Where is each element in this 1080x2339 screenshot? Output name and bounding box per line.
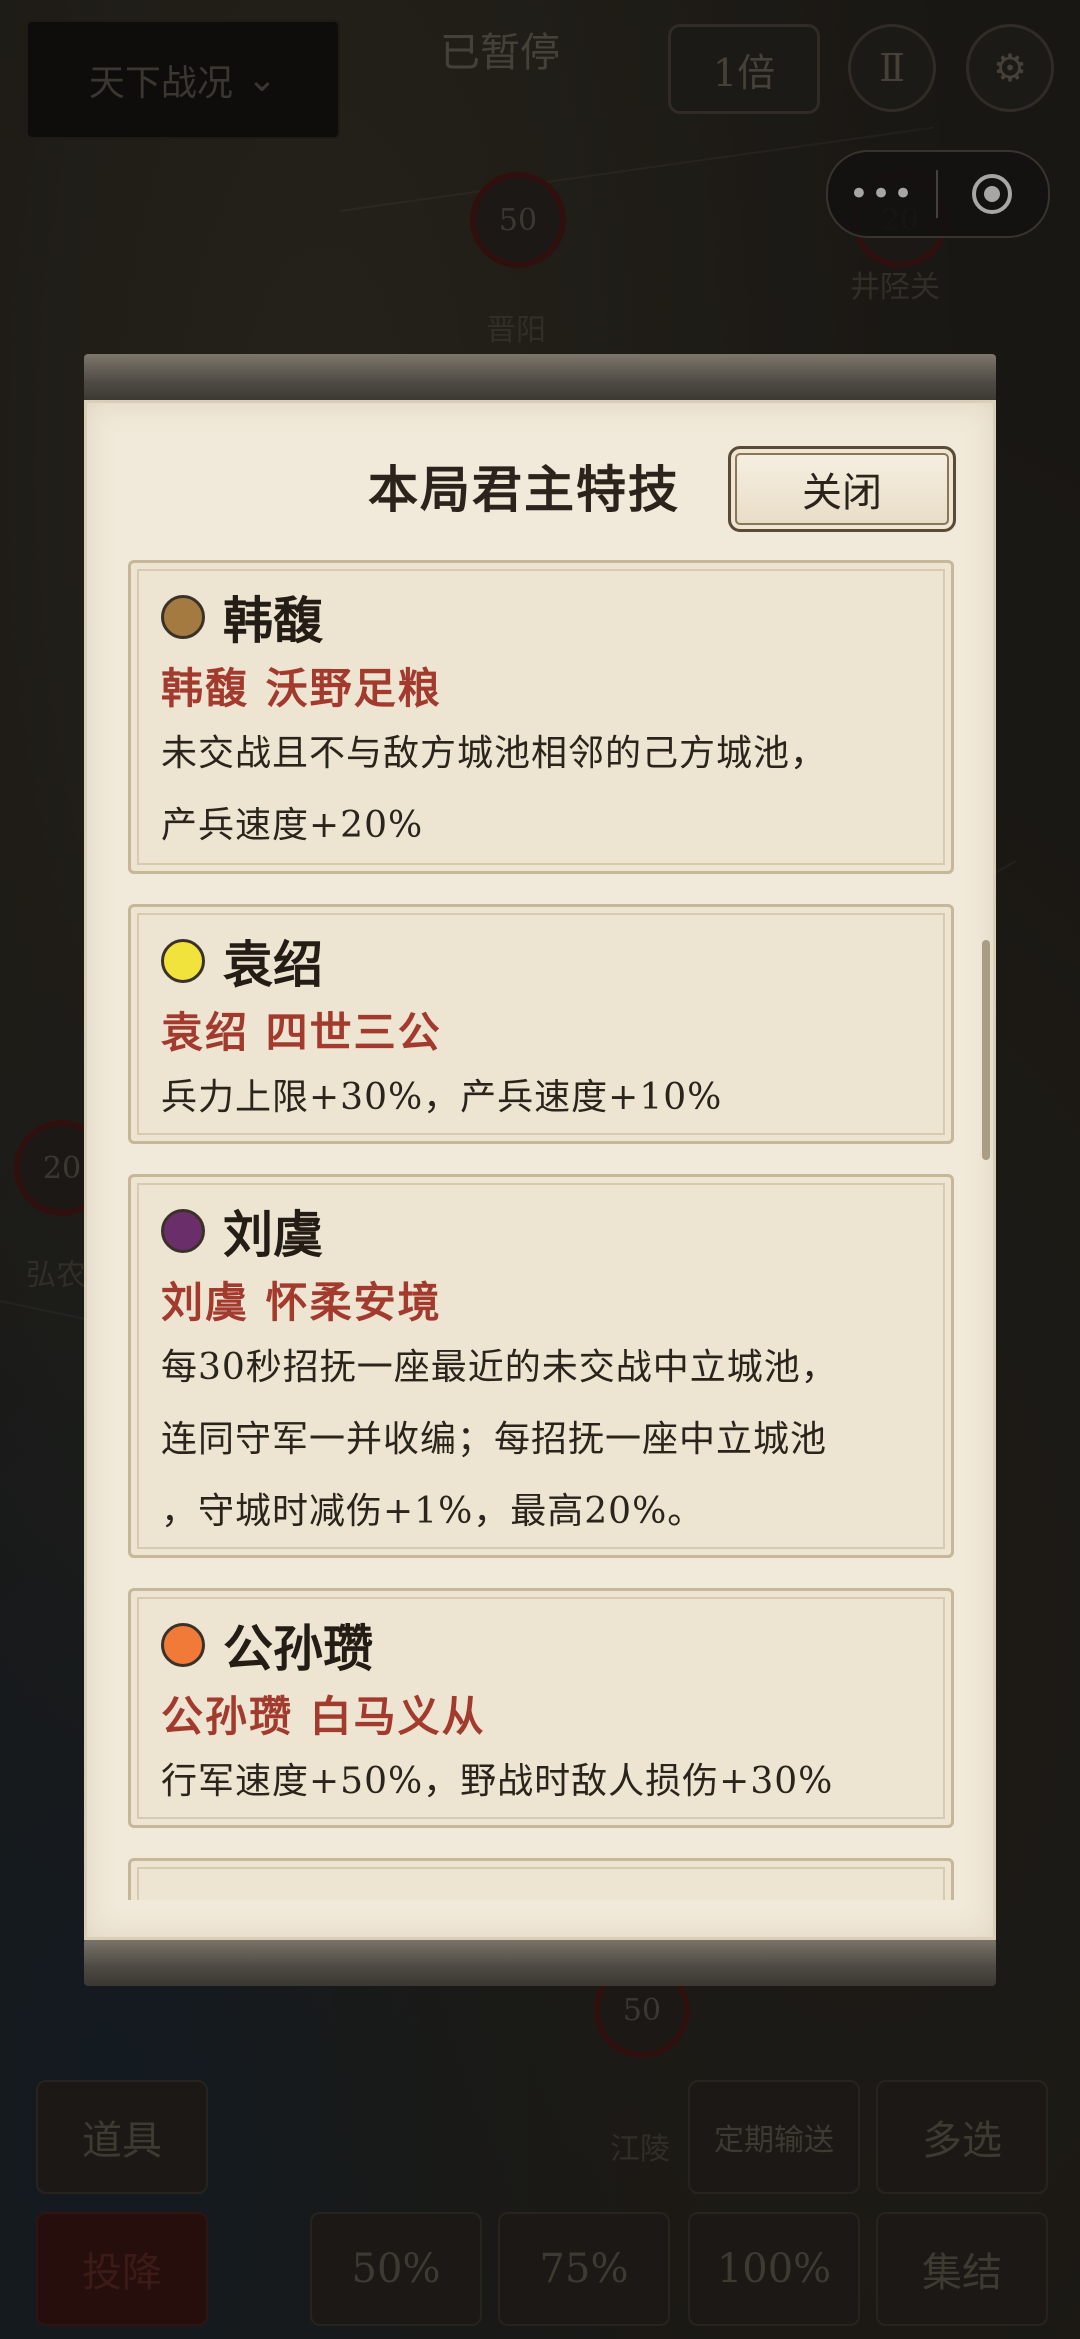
skill-description: 行军速度+50%，野战时敌人损伤+30% [161, 1746, 921, 1818]
lord-skills-panel: 本局君主特技 关闭 韩馥 韩馥 沃野足粮 未交战且不与敌方城池相邻的己方城池， … [84, 400, 996, 1940]
panel-title: 本局君主特技 [368, 460, 680, 519]
description-line: 每30秒招抚一座最近的未交战中立城池， [161, 1347, 838, 1388]
close-button[interactable]: 关闭 [728, 446, 956, 532]
skill-title: 韩馥 沃野足粮 [161, 664, 442, 713]
skill-title: 公孙瓒 白马义从 [161, 1692, 486, 1741]
lord-card: 袁绍 袁绍 四世三公 兵力上限+30%，产兵速度+10% [128, 904, 954, 1144]
skill-title: 刘虞 怀柔安境 [161, 1278, 442, 1327]
faction-color-dot [161, 595, 205, 639]
skill-description: 兵力上限+30%，产兵速度+10% [161, 1062, 921, 1134]
lord-card: 韩馥 韩馥 沃野足粮 未交战且不与敌方城池相邻的己方城池， 产兵速度+20% [128, 560, 954, 874]
description-line: 行军速度+50%，野战时敌人损伤+30% [161, 1761, 834, 1802]
faction-color-dot [161, 1623, 205, 1667]
lord-name: 刘虞 [223, 1205, 323, 1264]
lord-card [128, 1858, 954, 1900]
description-line: ，守城时减伤+1%，最高20%。 [161, 1491, 705, 1532]
description-line: 产兵速度+20% [161, 805, 424, 846]
skill-description: 未交战且不与敌方城池相邻的己方城池， 产兵速度+20% [161, 718, 921, 862]
scroll-rod-bottom [84, 1938, 996, 1986]
description-line: 兵力上限+30%，产兵速度+10% [161, 1077, 723, 1118]
description-line: 连同守军一并收编；每招抚一座中立城池 [161, 1419, 828, 1460]
lord-name: 袁绍 [223, 935, 323, 994]
faction-color-dot [161, 1209, 205, 1253]
lord-name: 公孙瓒 [223, 1619, 373, 1678]
lord-skill-list[interactable]: 韩馥 韩馥 沃野足粮 未交战且不与敌方城池相邻的己方城池， 产兵速度+20% 袁… [128, 560, 954, 1900]
scroll-rod-top [84, 354, 996, 402]
lord-card: 刘虞 刘虞 怀柔安境 每30秒招抚一座最近的未交战中立城池， 连同守军一并收编；… [128, 1174, 954, 1558]
faction-color-dot [161, 939, 205, 983]
lord-name: 韩馥 [223, 591, 323, 650]
list-scrollbar[interactable] [982, 940, 990, 1160]
skill-title: 袁绍 四世三公 [161, 1008, 442, 1057]
skill-description: 每30秒招抚一座最近的未交战中立城池， 连同守军一并收编；每招抚一座中立城池 ，… [161, 1332, 921, 1548]
description-line: 未交战且不与敌方城池相邻的己方城池， [161, 733, 828, 774]
lord-card: 公孙瓒 公孙瓒 白马义从 行军速度+50%，野战时敌人损伤+30% [128, 1588, 954, 1828]
